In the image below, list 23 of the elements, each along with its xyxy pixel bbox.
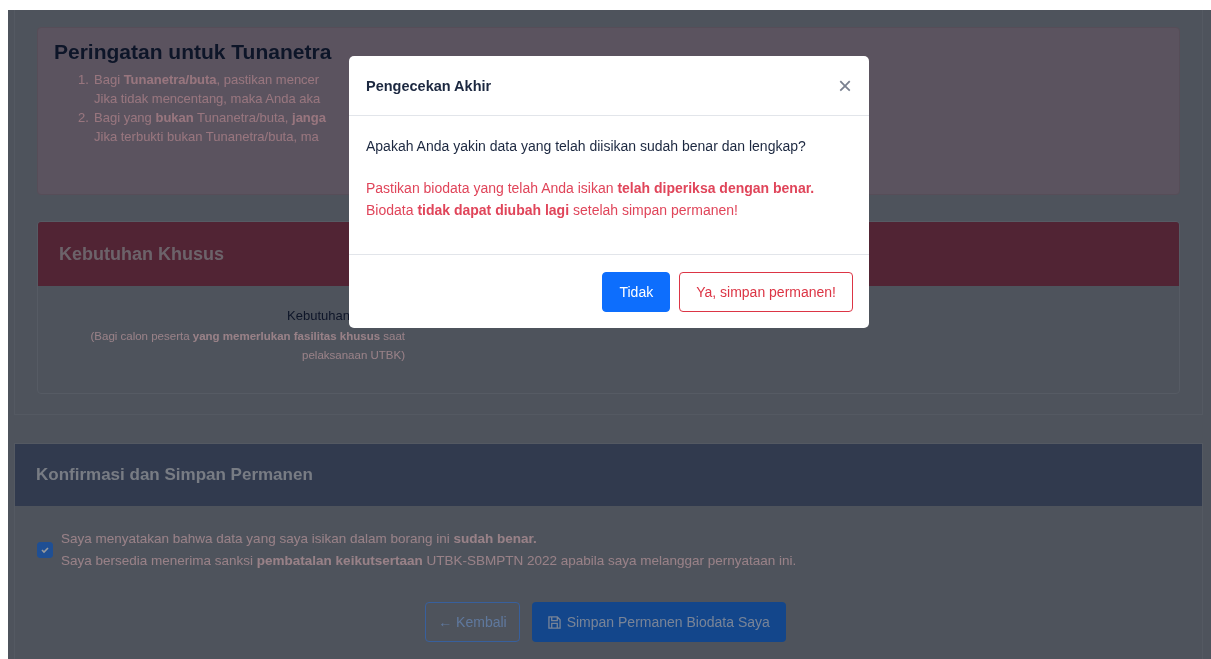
dialog-button[interactable]: Ya, simpan permanen! — [679, 271, 853, 312]
dialog-warning: Biodata tidak dapat diubah lagi setelah simpan permanen! — [366, 202, 738, 218]
save-button[interactable]: Simpan Permanen Biodata Saya — [531, 602, 786, 642]
field-note: (Bagi calon peserta yang memerlukan fasilitas khusus saat pelaksanaan UTBK) — [90, 330, 405, 361]
warning-text: Bagi yang bukan Tunanetra/buta, janga — [94, 110, 326, 125]
check-icon — [40, 545, 50, 555]
field-label: Kebutuhan — [287, 308, 350, 323]
list-number: 1. — [78, 71, 90, 89]
checkbox[interactable] — [37, 542, 53, 558]
alert-title: Peringatan untuk Tunanetra — [54, 40, 333, 64]
dialog-button[interactable]: Tidak — [602, 271, 671, 312]
warning-text: Jika tidak mencentang, maka Anda aka — [94, 91, 321, 106]
dialog-question: Apakah Anda yakin data yang telah diisikan sudah benar dan lengkap? — [366, 137, 807, 156]
confirmation-text: Saya bersedia menerima sanksi pembatalan keikutsertaan UTBK-SBMPTN 2022 apabila saya melanggar pernyataan ini. — [61, 552, 797, 570]
card-header: Konfirmasi dan Simpan Permanen — [15, 444, 1202, 506]
list-number: 2. — [78, 109, 90, 127]
save-icon — [547, 615, 561, 629]
confirmation-text: Saya menyatakan bahwa data yang saya isikan dalam borang ini sudah benar. — [61, 530, 538, 548]
warning-text: Bagi Tunanetra/buta, pastikan mencer — [94, 72, 320, 87]
close-button[interactable]: × — [838, 73, 852, 98]
dialog-warning: Pastikan biodata yang telah Anda isikan telah diperiksa dengan benar. — [366, 180, 815, 196]
warning-text: Jika terbukti bukan Tunanetra/buta, ma — [94, 129, 319, 144]
dialog-title: Pengecekan Akhir — [366, 77, 492, 94]
